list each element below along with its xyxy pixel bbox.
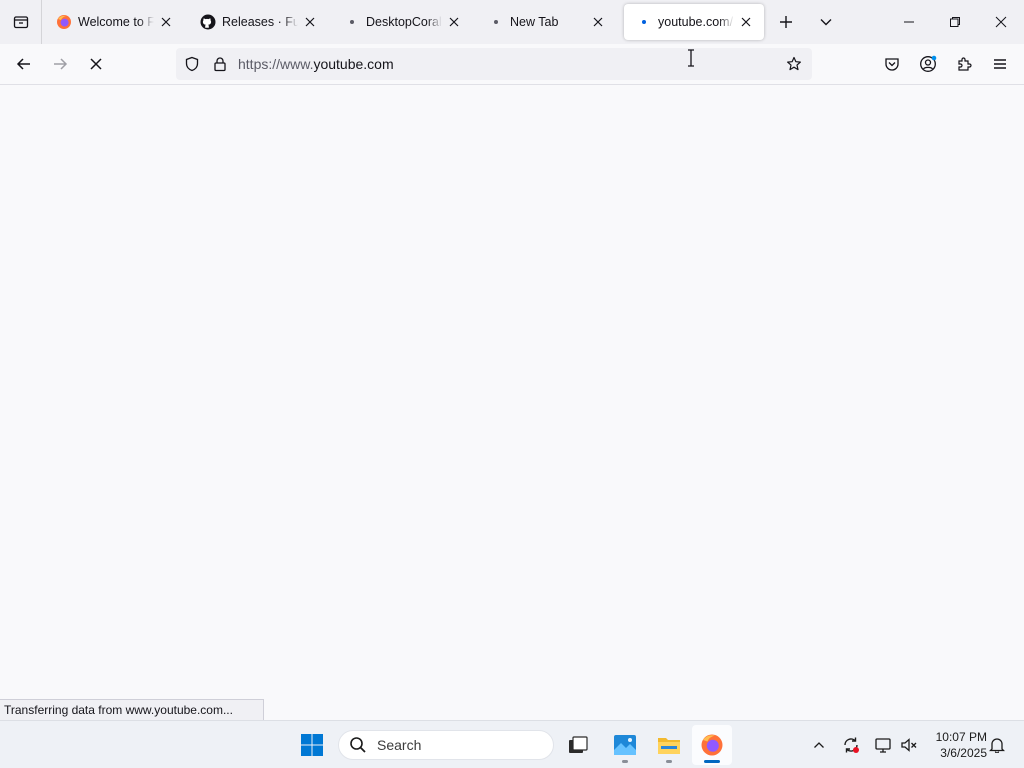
new-tab-button[interactable] <box>770 6 802 38</box>
firefox-icon <box>701 734 723 756</box>
tray-volume[interactable] <box>895 731 923 759</box>
close-icon <box>995 16 1007 28</box>
bell-icon <box>989 738 1005 753</box>
pocket-icon <box>885 58 899 71</box>
network-icon <box>875 738 891 753</box>
arrow-left-icon <box>16 58 30 70</box>
status-panel: Transferring data from www.youtube.com..… <box>0 699 264 720</box>
page-content: Transferring data from www.youtube.com..… <box>0 85 1024 720</box>
list-all-tabs-button[interactable] <box>810 6 842 38</box>
photos-app-icon <box>614 735 636 755</box>
close-tab-icon[interactable] <box>446 14 462 30</box>
tab-welcome-firefox[interactable]: Welcome to Firefox <box>44 4 184 40</box>
tab-title: Releases · FutureSpeed <box>222 15 298 29</box>
address-bar[interactable]: https://www.youtube.com <box>176 48 812 80</box>
clock-time: 10:07 PM <box>935 730 987 744</box>
task-view-icon <box>569 736 588 753</box>
close-tab-icon[interactable] <box>158 14 174 30</box>
navigation-toolbar: https://www.youtube.com <box>0 44 1024 85</box>
taskbar-app-photos[interactable] <box>605 725 645 765</box>
plus-icon <box>780 16 792 28</box>
task-view-button[interactable] <box>558 725 598 765</box>
app-active-indicator <box>704 760 720 763</box>
loading-dot-icon <box>636 14 652 30</box>
tab-youtube[interactable]: youtube.com/ <box>624 4 764 40</box>
account-icon <box>920 55 937 72</box>
pocket-button[interactable] <box>876 48 908 80</box>
close-window-button[interactable] <box>978 0 1024 44</box>
search-label: Search <box>377 737 422 753</box>
close-tab-icon[interactable] <box>590 14 606 30</box>
taskbar-app-file-explorer[interactable] <box>649 725 689 765</box>
back-button[interactable] <box>8 48 40 80</box>
tab-releases[interactable]: Releases · FutureSpeed <box>188 4 328 40</box>
tab-title: New Tab <box>510 15 559 29</box>
clock-date: 3/6/2025 <box>940 746 987 760</box>
show-hidden-icons-button[interactable] <box>805 731 833 759</box>
forward-button[interactable] <box>44 48 76 80</box>
stop-loading-icon <box>90 58 102 70</box>
hamburger-menu-icon <box>994 59 1006 69</box>
app-running-indicator <box>622 760 628 763</box>
url-prefix: https://www. <box>238 56 314 72</box>
tab-desktopcoral[interactable]: DesktopCoral - Download <box>332 4 472 40</box>
loading-dot-icon <box>344 14 360 30</box>
tab-new-tab[interactable]: New Tab <box>476 4 616 40</box>
tracking-protection-icon[interactable] <box>182 54 202 74</box>
windows-logo-icon <box>301 734 323 756</box>
windows-taskbar: Search 10:07 PM 3/6/2025 <box>0 720 1024 768</box>
close-tab-icon[interactable] <box>738 14 754 30</box>
folder-icon <box>658 738 680 754</box>
notifications-button[interactable] <box>983 731 1011 759</box>
github-icon <box>200 14 216 30</box>
bookmark-star-icon[interactable] <box>784 54 804 74</box>
extensions-button[interactable] <box>948 48 980 80</box>
app-running-indicator <box>666 760 672 763</box>
minimize-icon <box>904 21 914 23</box>
tray-network[interactable] <box>869 731 897 759</box>
tab-title: Welcome to Firefox <box>78 15 154 29</box>
stop-button[interactable] <box>80 48 112 80</box>
puzzle-piece-icon <box>958 57 972 71</box>
arrow-right-icon <box>54 58 68 70</box>
firefox-view-button[interactable] <box>0 0 42 44</box>
tab-strip: Welcome to Firefox Releases · FutureSpee… <box>0 0 1024 44</box>
firefox-icon <box>56 14 72 30</box>
tray-sync-status[interactable] <box>837 731 865 759</box>
url-text[interactable]: https://www.youtube.com <box>238 56 394 72</box>
close-tab-icon[interactable] <box>302 14 318 30</box>
taskbar-app-firefox[interactable] <box>692 725 732 765</box>
url-domain: youtube.com <box>313 56 394 72</box>
minimize-button[interactable] <box>886 0 932 44</box>
chevron-down-icon <box>820 19 832 26</box>
lock-icon[interactable] <box>210 54 230 74</box>
text-cursor-icon <box>688 49 694 67</box>
start-button[interactable] <box>292 725 332 765</box>
search-icon <box>350 737 366 753</box>
sync-alert-icon <box>844 737 859 753</box>
taskbar-search-box[interactable]: Search <box>338 730 554 760</box>
loading-dot-icon <box>488 14 504 30</box>
tab-title: youtube.com/ <box>658 15 734 29</box>
restore-icon <box>950 17 960 27</box>
tab-title: DesktopCoral - Download <box>366 15 442 29</box>
chevron-up-icon <box>814 742 824 748</box>
firefox-view-icon <box>13 16 28 29</box>
speaker-muted-icon <box>901 738 917 752</box>
taskbar-clock[interactable]: 10:07 PM 3/6/2025 <box>925 729 987 761</box>
app-menu-button[interactable] <box>984 48 1016 80</box>
restore-button[interactable] <box>932 0 978 44</box>
account-button[interactable] <box>912 48 944 80</box>
